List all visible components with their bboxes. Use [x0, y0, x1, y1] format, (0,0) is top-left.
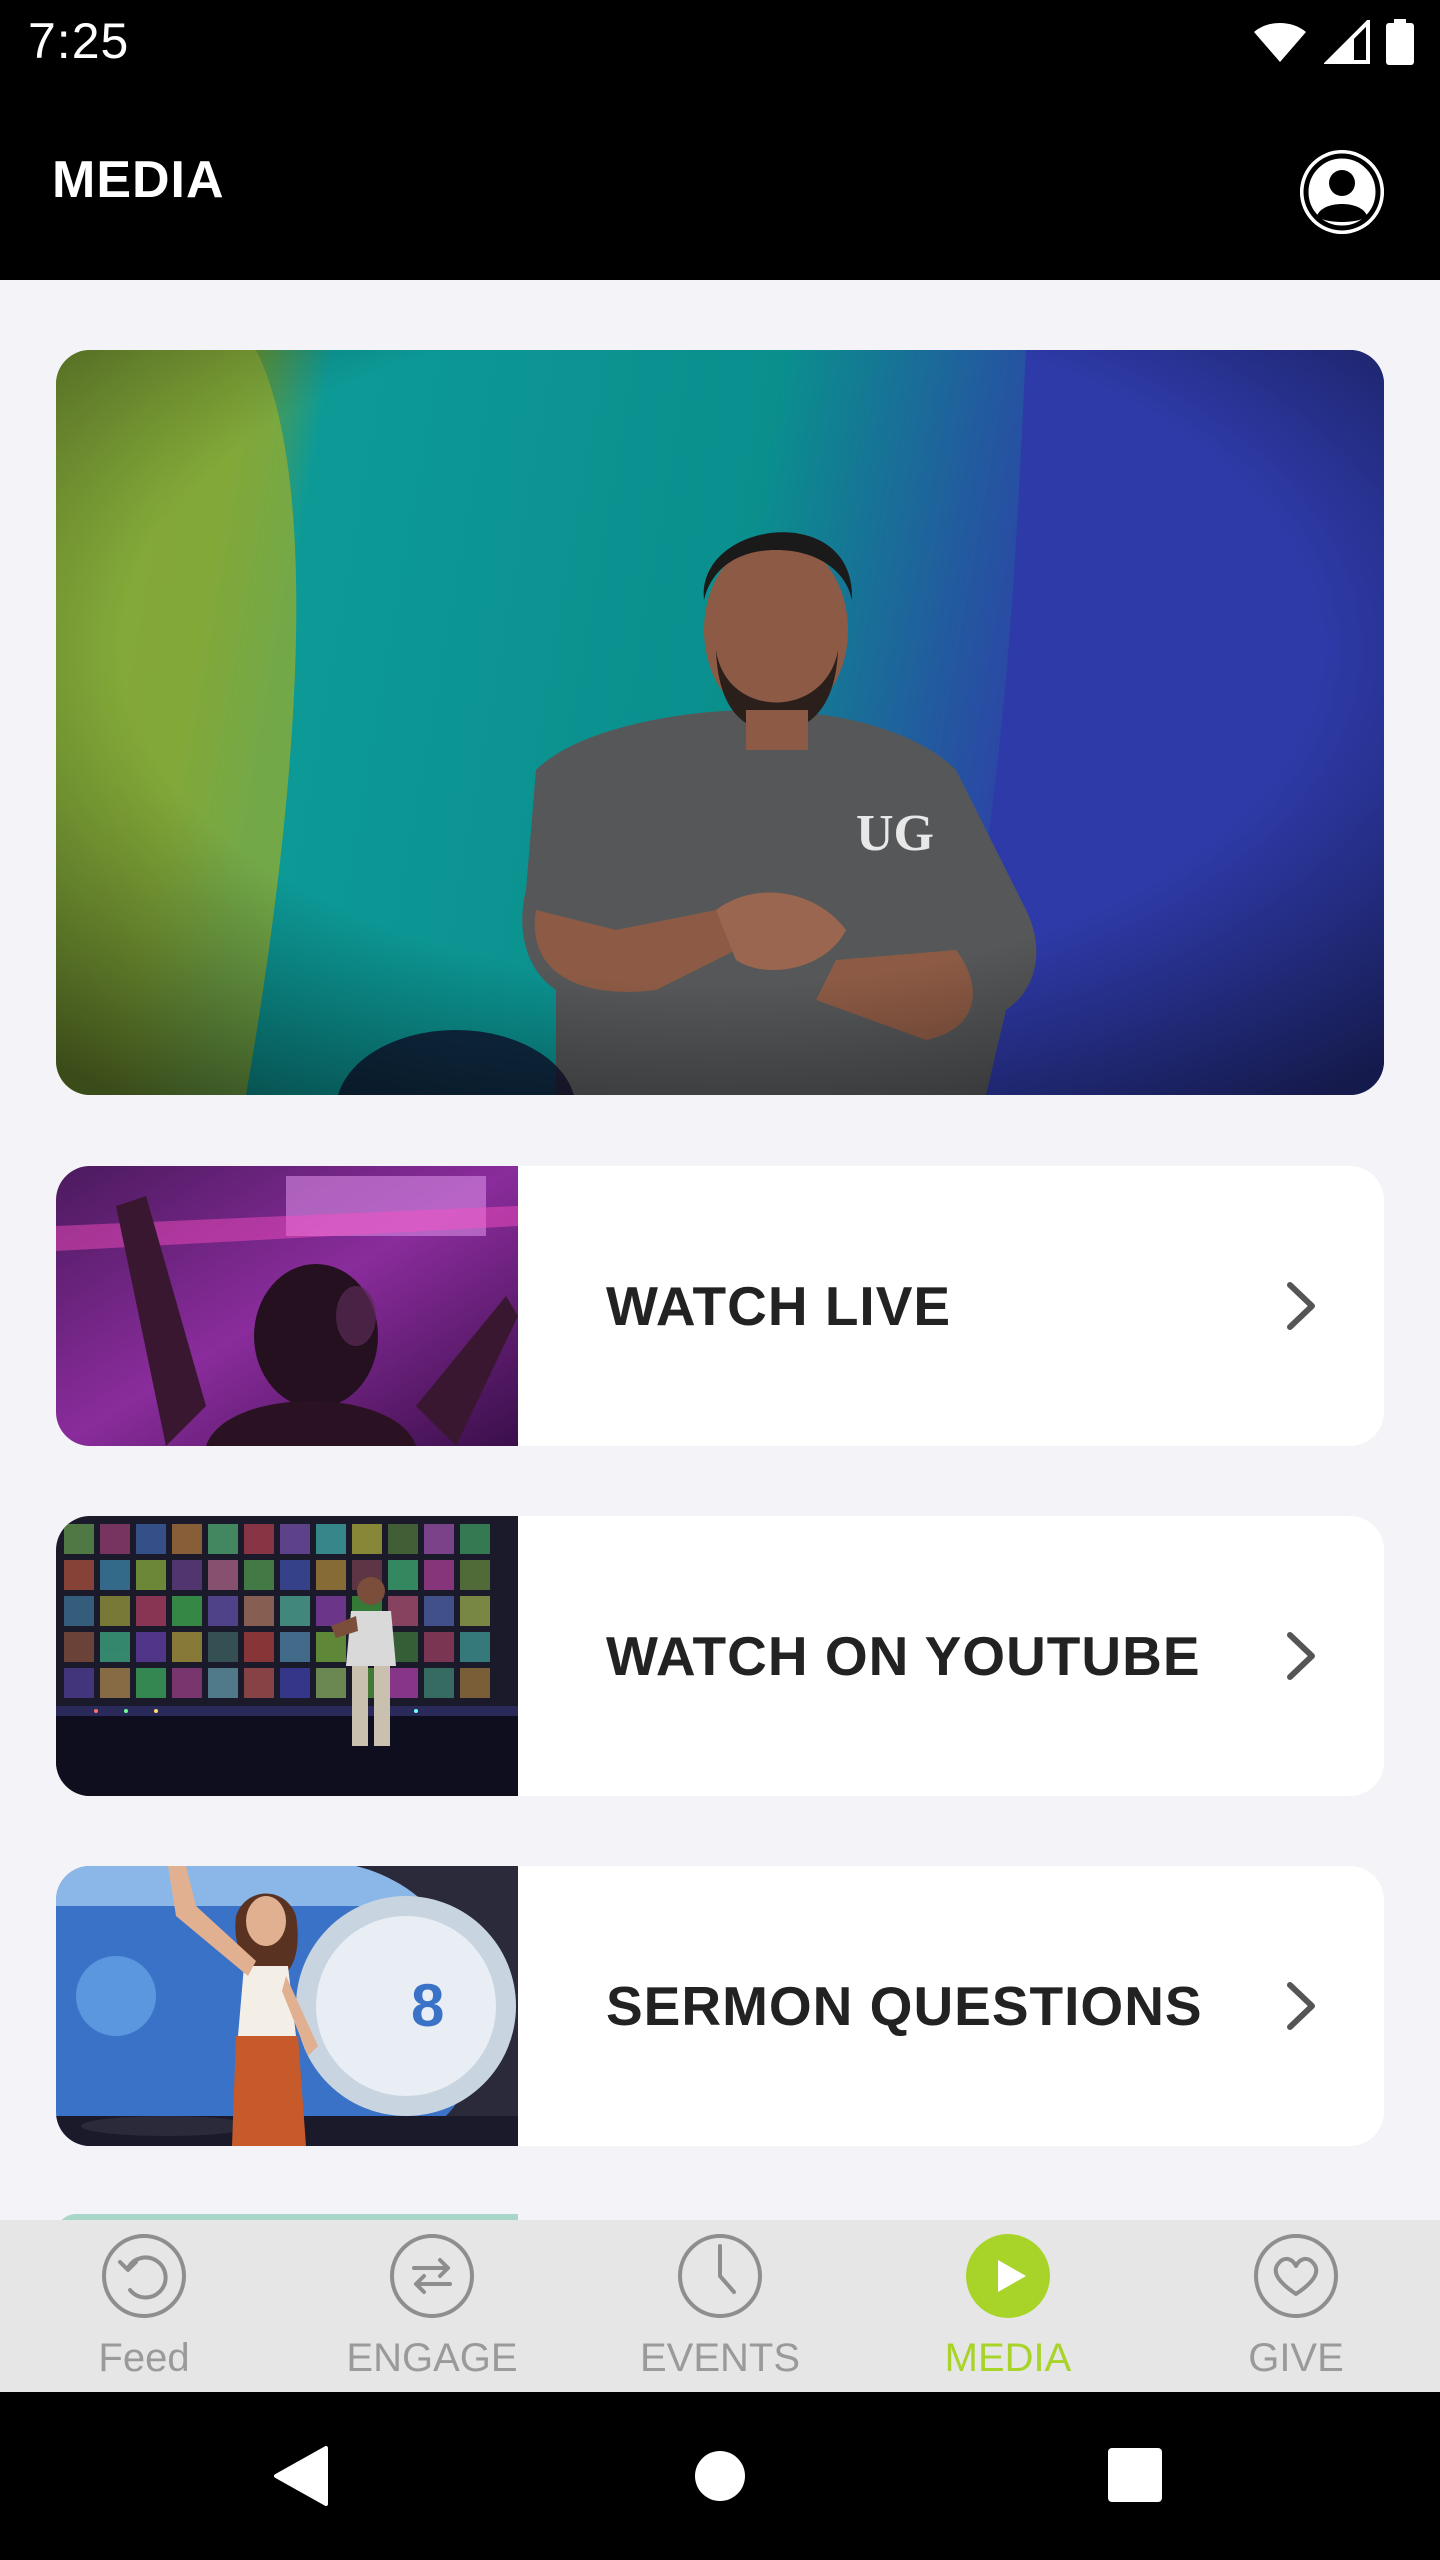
worship-crowd-photo	[56, 1166, 518, 1446]
speaker-on-stage-photo: UG	[56, 350, 1384, 1095]
back-icon[interactable]	[272, 2446, 328, 2506]
sermon-questions-card[interactable]: 8 SERMON QUESTIONS	[56, 1866, 1384, 2146]
app-bar: MEDIA	[0, 84, 1440, 280]
nav-item-events[interactable]: EVENTS	[576, 2220, 864, 2392]
chevron-right-icon	[1287, 1282, 1315, 1330]
play-icon	[966, 2234, 1050, 2318]
status-time: 7:25	[28, 13, 130, 69]
card-thumbnail: 8	[56, 1866, 518, 2146]
recents-icon[interactable]	[1108, 2448, 1162, 2502]
nav-item-media[interactable]: MEDIA	[864, 2220, 1152, 2392]
page-title: MEDIA	[52, 151, 225, 209]
nav-item-give[interactable]: GIVE	[1152, 2220, 1440, 2392]
nav-label: EVENTS	[639, 2336, 801, 2380]
system-navigation-bar	[0, 2392, 1440, 2560]
profile-button[interactable]	[1300, 150, 1384, 234]
swap-arrows-icon	[390, 2234, 474, 2318]
battery-icon	[1386, 19, 1414, 65]
nav-label: Feed	[98, 2336, 190, 2380]
status-bar: 7:25	[0, 0, 1440, 84]
svg-text:8: 8	[411, 1972, 444, 2039]
chevron-right-icon	[1287, 1982, 1315, 2030]
card-label: WATCH ON YOUTUBE	[606, 1625, 1201, 1687]
cellular-signal-icon	[1324, 20, 1370, 64]
card-thumbnail	[56, 1516, 518, 1796]
hero-banner[interactable]: UG	[56, 350, 1384, 1095]
nav-item-engage[interactable]: ENGAGE	[288, 2220, 576, 2392]
clock-icon	[678, 2234, 762, 2318]
status-icons	[1252, 18, 1414, 66]
card-label: SERMON QUESTIONS	[606, 1975, 1203, 2037]
nav-label: ENGAGE	[346, 2336, 518, 2380]
watch-live-card[interactable]: WATCH LIVE	[56, 1166, 1384, 1446]
nav-label: GIVE	[1248, 2336, 1344, 2380]
card-label: WATCH LIVE	[606, 1275, 952, 1337]
media-content: UG	[0, 280, 1440, 2220]
heart-icon	[1254, 2234, 1338, 2318]
nav-item-feed[interactable]: Feed	[0, 2220, 288, 2392]
history-icon	[102, 2234, 186, 2318]
home-icon[interactable]	[694, 2450, 746, 2502]
nav-label: MEDIA	[944, 2336, 1072, 2380]
watch-on-youtube-card[interactable]: WATCH ON YOUTUBE	[56, 1516, 1384, 1796]
speaker-colorful-stage-photo	[56, 1516, 518, 1796]
chevron-right-icon	[1287, 1632, 1315, 1680]
bottom-navigation: Feed ENGAGE EVENTS MEDIA GIVE	[0, 2220, 1440, 2392]
woman-speaker-photo: 8	[56, 1866, 518, 2146]
wifi-icon	[1254, 23, 1306, 62]
card-thumbnail	[56, 1166, 518, 1446]
user-avatar-icon	[1300, 150, 1384, 234]
